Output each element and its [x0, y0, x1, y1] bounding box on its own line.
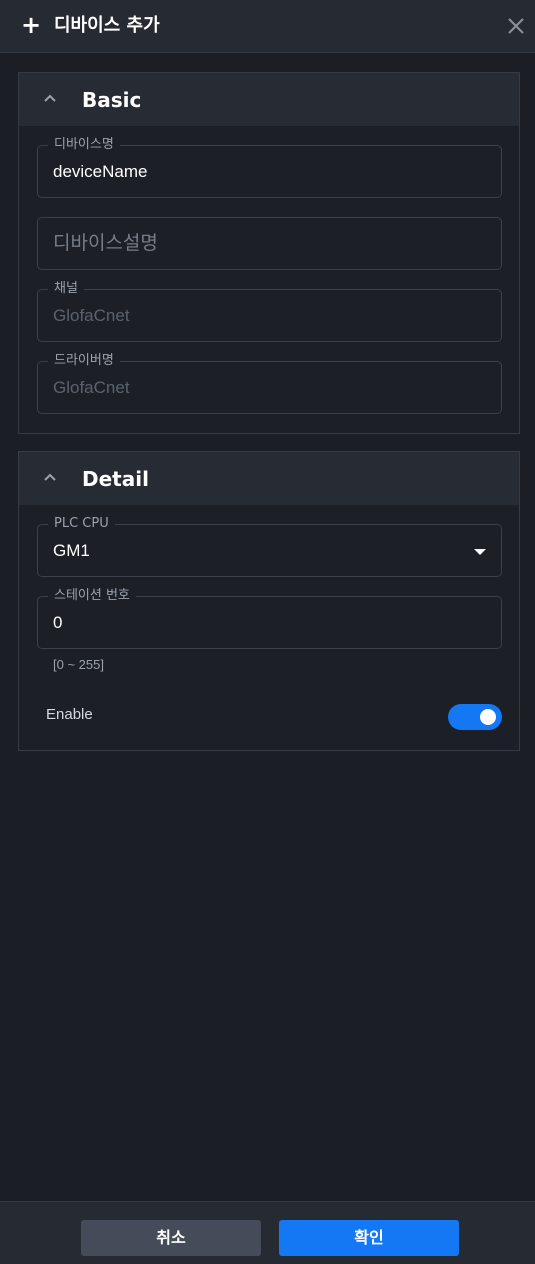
plc-cpu-label: PLC CPU: [48, 516, 115, 532]
detail-panel-title: Detail: [82, 467, 149, 491]
enable-label: Enable: [46, 706, 93, 723]
driver-name-label: 드라이버명: [48, 353, 120, 369]
channel-field: 채널 GlofaCnet: [37, 281, 502, 342]
device-name-value[interactable]: deviceName: [53, 161, 453, 183]
basic-panel-header[interactable]: Basic: [19, 73, 519, 126]
cancel-button[interactable]: 취소: [81, 1220, 261, 1256]
confirm-button[interactable]: 확인: [279, 1220, 459, 1256]
plc-cpu-select[interactable]: PLC CPU GM1: [37, 516, 502, 577]
device-name-label: 디바이스명: [48, 137, 120, 153]
toggle-knob: [480, 709, 496, 725]
dialog-title: 디바이스 추가: [54, 15, 160, 36]
channel-label: 채널: [48, 281, 84, 297]
device-description-input[interactable]: [53, 233, 453, 255]
enable-toggle[interactable]: [448, 704, 502, 730]
plus-icon: +: [21, 11, 42, 39]
dropdown-caret-icon[interactable]: [474, 549, 486, 555]
detail-panel-header[interactable]: Detail: [19, 452, 519, 505]
channel-value: GlofaCnet: [53, 306, 130, 325]
plc-cpu-value[interactable]: GM1: [53, 540, 453, 562]
device-name-field[interactable]: 디바이스명 deviceName: [37, 137, 502, 198]
driver-name-field: 드라이버명 GlofaCnet: [37, 353, 502, 414]
basic-panel: Basic 디바이스명 deviceName 채널 GlofaCnet 드라이버…: [18, 72, 520, 434]
station-number-label: 스테이션 번호: [48, 588, 136, 604]
dialog-footer: 취소 확인: [0, 1201, 535, 1264]
close-icon[interactable]: [506, 16, 526, 36]
chevron-up-icon[interactable]: [43, 91, 57, 105]
chevron-up-icon[interactable]: [43, 470, 57, 484]
station-number-hint: [0 ~ 255]: [53, 657, 104, 672]
dialog-header: + 디바이스 추가: [0, 0, 535, 53]
station-number-field[interactable]: 스테이션 번호 0: [37, 588, 502, 649]
station-number-value[interactable]: 0: [53, 612, 453, 634]
detail-panel: Detail PLC CPU GM1 스테이션 번호 0 [0 ~ 255] E…: [18, 451, 520, 751]
basic-panel-title: Basic: [82, 88, 142, 112]
driver-name-value: GlofaCnet: [53, 378, 130, 397]
device-description-field[interactable]: [37, 217, 502, 270]
